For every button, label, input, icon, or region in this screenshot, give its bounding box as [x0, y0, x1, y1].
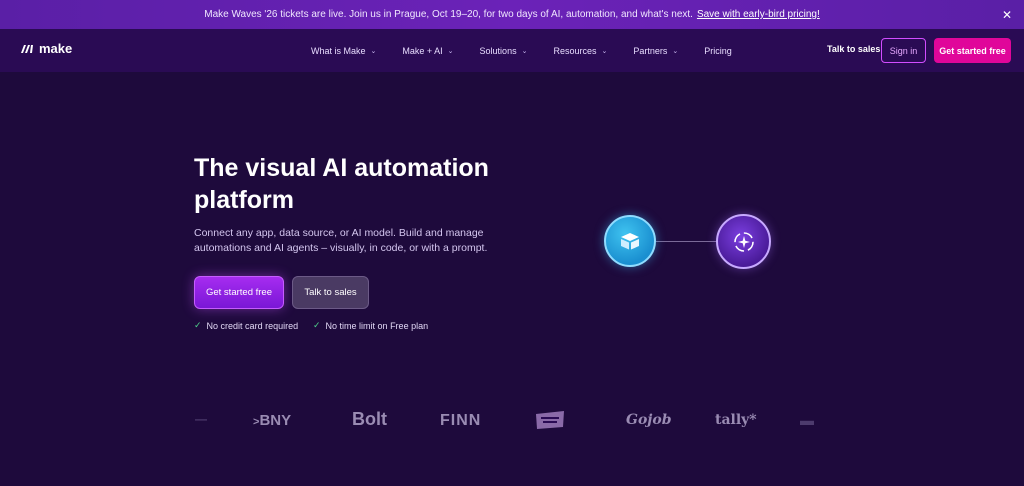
check-label: No time limit on Free plan — [325, 320, 429, 331]
banner-text: Make Waves '26 tickets are live. Join us… — [204, 9, 693, 20]
sign-in-button[interactable]: Sign in — [881, 38, 926, 63]
talk-to-sales-link[interactable]: Talk to sales — [827, 44, 880, 54]
nav-item-label: Make + AI — [402, 45, 443, 56]
get-started-button[interactable]: Get started free — [194, 276, 284, 309]
client-logo-bny: >BNY — [253, 412, 292, 429]
ai-sparkle-icon — [733, 231, 754, 252]
nav-item-make-ai[interactable]: Make + AI ⌄ — [402, 46, 453, 56]
main-navigation: make What is Make ⌄ Make + AI ⌄ Solution… — [0, 29, 1024, 72]
nav-item-label: Partners — [633, 45, 668, 56]
client-logo-gojob: Gojob — [626, 412, 672, 428]
chevron-down-icon: ⌄ — [370, 47, 377, 55]
ai-module-node[interactable] — [716, 214, 771, 269]
nav-item-solutions[interactable]: Solutions ⌄ — [480, 46, 528, 56]
chevron-down-icon: ⌄ — [447, 47, 454, 55]
client-logo-finn: FINN — [440, 412, 482, 429]
checkmark-icon: ✓ — [194, 320, 202, 330]
talk-to-sales-button[interactable]: Talk to sales — [292, 276, 369, 309]
airtable-module-node[interactable] — [604, 215, 656, 267]
check-no-credit-card: ✓ No credit card required — [194, 320, 298, 331]
close-icon[interactable]: ✕ — [1002, 8, 1012, 22]
chevron-down-icon: ⌄ — [672, 47, 679, 55]
nav-item-pricing[interactable]: Pricing — [704, 46, 732, 56]
scenario-connector-line — [656, 241, 716, 242]
client-logos: — >BNY Bolt FINN Gojob tally* ▬ — [0, 400, 1024, 445]
checkmark-icon: ✓ — [313, 320, 321, 330]
client-logo-foods — [534, 410, 566, 435]
chevron-down-icon: ⌄ — [521, 47, 528, 55]
nav-item-label: Solutions — [479, 45, 517, 56]
chevron-down-icon: ⌄ — [601, 47, 608, 55]
announcement-banner: Make Waves '26 tickets are live. Join us… — [0, 0, 1024, 29]
nav-item-label: Pricing — [704, 45, 732, 56]
hero-title: The visual AI automation platform — [194, 154, 489, 214]
make-logo[interactable]: make — [20, 41, 72, 56]
airtable-icon — [621, 233, 639, 250]
check-label: No credit card required — [206, 320, 299, 331]
client-logo-tally: tally* — [715, 412, 757, 428]
foods-badge-icon — [536, 411, 564, 429]
make-logo-icon — [21, 44, 33, 53]
logo-text: make — [39, 41, 73, 56]
faded-logo-right: ▬ — [800, 412, 814, 428]
client-logo-bolt: Bolt — [352, 409, 387, 429]
early-bird-link[interactable]: Save with early-bird pricing! — [697, 9, 820, 20]
nav-item-label: What is Make — [311, 45, 366, 56]
nav-menu: What is Make ⌄ Make + AI ⌄ Solutions ⌄ R… — [300, 29, 758, 72]
nav-item-resources[interactable]: Resources ⌄ — [553, 46, 607, 56]
get-started-nav-button[interactable]: Get started free — [934, 38, 1011, 63]
faded-logo-left: — — [195, 412, 207, 426]
nav-item-label: Resources — [553, 45, 597, 56]
hero-subtitle: Connect any app, data source, or AI mode… — [194, 227, 488, 254]
nav-item-what-is-make[interactable]: What is Make ⌄ — [311, 46, 376, 56]
nav-item-partners[interactable]: Partners ⌄ — [633, 46, 678, 56]
check-no-time-limit: ✓ No time limit on Free plan — [313, 320, 428, 331]
